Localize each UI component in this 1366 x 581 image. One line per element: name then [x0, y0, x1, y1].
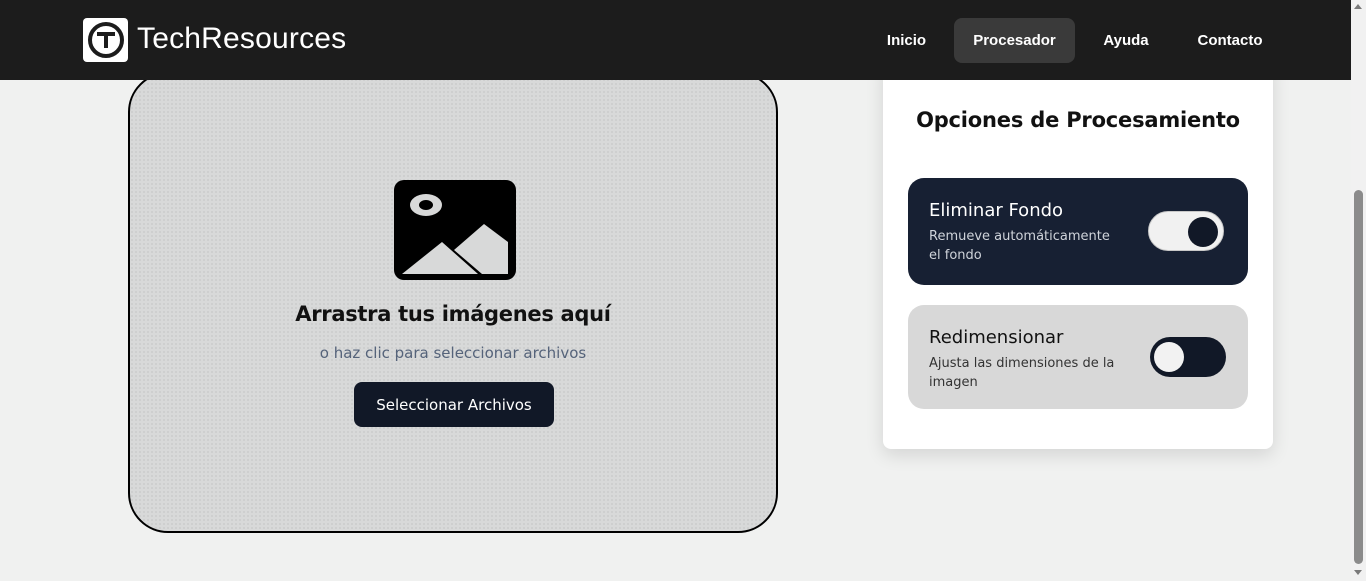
- toggle-knob: [1188, 217, 1218, 247]
- option-description: Remueve automáticamente el fondo: [929, 229, 1110, 263]
- nav-item-contacto[interactable]: Contacto: [1177, 18, 1283, 63]
- nav-item-procesador[interactable]: Procesador: [954, 18, 1075, 63]
- select-files-button[interactable]: Seleccionar Archivos: [354, 382, 554, 427]
- dropzone-subtitle: o haz clic para seleccionar archivos: [319, 344, 587, 362]
- option-title: Eliminar Fondo: [929, 200, 1064, 221]
- top-navbar: TechResources Inicio Procesador Ayuda Co…: [0, 0, 1351, 80]
- dropzone-title: Arrastra tus imágenes aquí: [295, 302, 611, 326]
- resize-toggle[interactable]: [1150, 337, 1226, 377]
- remove-background-toggle[interactable]: [1148, 211, 1224, 251]
- brand-name[interactable]: TechResources: [137, 22, 346, 56]
- logo[interactable]: [83, 18, 128, 62]
- page-scrollbar[interactable]: [1351, 0, 1366, 581]
- option-description: Ajusta las dimensiones de la imagen: [929, 356, 1115, 390]
- nav-item-inicio[interactable]: Inicio: [869, 18, 944, 63]
- option-title: Redimensionar: [929, 327, 1064, 348]
- scroll-down-arrow-icon[interactable]: [1354, 570, 1362, 575]
- toggle-knob: [1154, 342, 1184, 372]
- processing-options-panel: Opciones de Procesamiento Eliminar Fondo…: [883, 60, 1273, 449]
- circled-t-logo-icon: [87, 22, 124, 58]
- nav-item-ayuda[interactable]: Ayuda: [1085, 18, 1167, 63]
- image-dropzone[interactable]: Arrastra tus imágenes aquí o haz clic pa…: [128, 72, 778, 533]
- scroll-up-arrow-icon[interactable]: [1354, 4, 1362, 9]
- option-resize: Redimensionar Ajusta las dimensiones de …: [908, 305, 1248, 409]
- image-icon: [394, 180, 516, 280]
- scroll-thumb[interactable]: [1354, 190, 1363, 564]
- panel-title: Opciones de Procesamiento: [916, 108, 1240, 132]
- option-remove-background: Eliminar Fondo Remueve automáticamente e…: [908, 178, 1248, 285]
